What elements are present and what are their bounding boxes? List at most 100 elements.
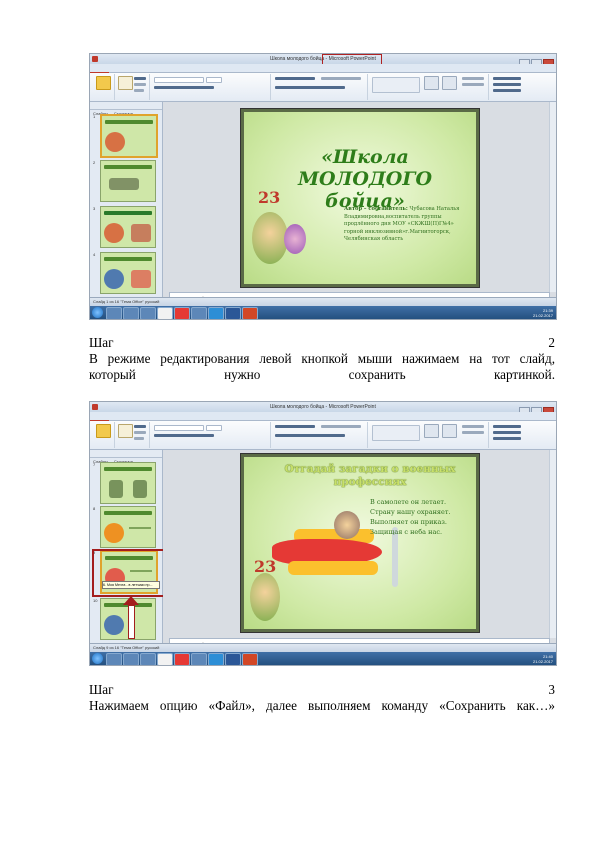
slide-title: Отгадай загадки о военных профессиях bbox=[284, 463, 456, 489]
taskbar-yandex-icon[interactable] bbox=[174, 653, 190, 665]
status-bar: Слайд 9 из 16 "Тема Office" русский bbox=[90, 643, 556, 652]
vertical-scrollbar[interactable] bbox=[549, 450, 556, 638]
taskbar-word2-icon[interactable] bbox=[225, 307, 241, 319]
sidebar-tabs: СлайдыСтруктура bbox=[90, 102, 162, 116]
taskbar-chrome-icon[interactable] bbox=[157, 653, 173, 665]
taskbar-word-icon[interactable] bbox=[191, 653, 207, 665]
taskbar-clock: 21:40 21.02.2017 bbox=[533, 654, 553, 664]
slide-thumbnail[interactable] bbox=[100, 252, 156, 294]
taskbar-explorer-icon[interactable] bbox=[106, 653, 122, 665]
ribbon-group-paragraph bbox=[271, 74, 368, 100]
step-number: 3 bbox=[548, 682, 555, 697]
clock-date: 21.02.2017 bbox=[532, 659, 553, 664]
window-controls[interactable] bbox=[518, 55, 554, 68]
taskbar-folder-icon[interactable] bbox=[140, 307, 156, 319]
arrange-button[interactable] bbox=[424, 76, 439, 90]
taskbar-folder-icon[interactable] bbox=[140, 653, 156, 665]
new-slide-button[interactable] bbox=[118, 424, 133, 438]
slide-number: 7 bbox=[93, 462, 96, 467]
paste-button[interactable] bbox=[96, 424, 111, 438]
cartoon-soldier-image bbox=[252, 212, 288, 264]
taskbar-powerpoint-icon[interactable] bbox=[242, 653, 258, 665]
step-2-text-line1: В режиме редактирования левой кнопкой мы… bbox=[89, 351, 555, 366]
logo-23: 23 bbox=[258, 188, 281, 207]
slide-title-line2: профессиях bbox=[333, 476, 407, 488]
arrow-up-icon bbox=[123, 596, 139, 605]
taskbar-media-icon[interactable] bbox=[123, 653, 139, 665]
riddle-line: В самолете он летает. bbox=[370, 498, 447, 506]
ribbon-group-font bbox=[150, 74, 271, 100]
taskbar-skype-icon[interactable] bbox=[208, 653, 224, 665]
ribbon-group-font bbox=[150, 422, 271, 448]
slide-thumbnail[interactable] bbox=[100, 114, 158, 158]
slide-number: 2 bbox=[93, 160, 96, 165]
ribbon-tabs: ФайлГлавнаяВставкаДизайнПереходыАнимация… bbox=[90, 412, 556, 428]
slide-number: 3 bbox=[93, 206, 96, 211]
start-button[interactable] bbox=[92, 653, 103, 664]
status-bar: Слайд 1 из 16 "Тема Office" русский bbox=[90, 297, 556, 306]
taskbar-skype-icon[interactable] bbox=[208, 307, 224, 319]
window-controls[interactable] bbox=[518, 403, 554, 416]
slide-thumbnails-pane[interactable]: СлайдыСтруктура 1 2 3 4 bbox=[90, 102, 163, 306]
taskbar-explorer-icon[interactable] bbox=[106, 307, 122, 319]
ribbon-group-clipboard bbox=[92, 422, 115, 448]
taskbar-chrome-icon[interactable] bbox=[157, 307, 173, 319]
screenshot-powerpoint-2: Школа молодого бойца - Microsoft PowerPo… bbox=[89, 401, 557, 666]
slide-thumbnail[interactable] bbox=[100, 206, 156, 248]
ribbon-group-drawing bbox=[368, 74, 489, 100]
ribbon bbox=[90, 73, 556, 102]
screenshot-powerpoint-1: Школа молодого бойца - Microsoft PowerPo… bbox=[89, 53, 557, 320]
taskbar-powerpoint-icon[interactable] bbox=[242, 307, 258, 319]
author-block: Автор – составитель: Чубасова Наталья Вл… bbox=[344, 206, 469, 244]
current-slide[interactable]: «Школа МОЛОДОГО бойца» 23 Автор – состав… bbox=[241, 109, 479, 287]
ribbon-group-paragraph bbox=[271, 422, 368, 448]
taskbar-yandex-icon[interactable] bbox=[174, 307, 190, 319]
ribbon-group-slides bbox=[115, 74, 150, 100]
ribbon-group-editing bbox=[489, 74, 553, 100]
status-text: Слайд 1 из 16 "Тема Office" русский bbox=[93, 299, 160, 304]
start-button[interactable] bbox=[92, 307, 103, 318]
slide-number: 8 bbox=[93, 506, 96, 511]
slide-thumbnail[interactable] bbox=[100, 160, 156, 202]
quick-styles-button[interactable] bbox=[442, 424, 457, 438]
new-slide-button[interactable] bbox=[118, 76, 133, 90]
paste-button[interactable] bbox=[96, 76, 111, 90]
windows-taskbar: 21:39 21.02.2017 bbox=[90, 306, 556, 319]
slide-title: «Школа МОЛОДОГО бойца» bbox=[297, 146, 433, 212]
slide-title-line1: Отгадай загадки о военных bbox=[284, 463, 456, 475]
taskbar-word2-icon[interactable] bbox=[225, 653, 241, 665]
taskbar-clock: 21:39 21.02.2017 bbox=[533, 308, 553, 318]
ribbon bbox=[90, 421, 556, 450]
sidebar-tabs: СлайдыСтруктура bbox=[90, 450, 162, 464]
taskbar-word-icon[interactable] bbox=[191, 307, 207, 319]
taskbar-media-icon[interactable] bbox=[123, 307, 139, 319]
ribbon-group-drawing bbox=[368, 422, 489, 448]
riddle-line: Защищая с неба нас. bbox=[370, 528, 443, 536]
window-titlebar: Школа молодого бойца - Microsoft PowerPo… bbox=[90, 54, 556, 69]
slide-number: 10 bbox=[93, 598, 98, 603]
editing-area[interactable]: «Школа МОЛОДОГО бойца» 23 Автор – состав… bbox=[163, 102, 556, 306]
clock-date: 21.02.2017 bbox=[532, 313, 553, 318]
window-titlebar: Школа молодого бойца - Microsoft PowerPo… bbox=[90, 402, 556, 417]
arrow-shaft bbox=[128, 605, 135, 639]
slide-thumbnail[interactable] bbox=[100, 506, 156, 548]
slide-number: 4 bbox=[93, 252, 96, 257]
vertical-scrollbar[interactable] bbox=[549, 102, 556, 292]
riddle-line: Выполняет он приказ. bbox=[370, 518, 447, 526]
ribbon-tabs: ФайлГлавнаяВставкаДизайнПереходыАнимация… bbox=[90, 64, 556, 80]
arrange-button[interactable] bbox=[424, 424, 439, 438]
step-label: Шаг bbox=[89, 335, 114, 350]
cartoon-soldier-image bbox=[250, 573, 280, 621]
step-3-text-line1: Нажимаем опцию «Файл», далее выполняем к… bbox=[89, 698, 555, 713]
step-number: 2 bbox=[548, 335, 555, 350]
airplane-wing bbox=[288, 561, 378, 575]
window-title-doc: Школа молодого бойца - bbox=[270, 56, 329, 62]
ribbon-group-slides bbox=[115, 422, 150, 448]
slide-thumbnail[interactable] bbox=[100, 462, 156, 504]
editing-area[interactable]: Отгадай загадки о военных профессиях 23 … bbox=[163, 450, 556, 652]
author-label: Автор – составитель: bbox=[344, 206, 408, 212]
quick-styles-button[interactable] bbox=[442, 76, 457, 90]
current-slide[interactable]: Отгадай загадки о военных профессиях 23 … bbox=[241, 454, 479, 632]
slide-number: 1 bbox=[93, 114, 96, 119]
window-title: Школа молодого бойца - Microsoft PowerPo… bbox=[270, 404, 376, 410]
